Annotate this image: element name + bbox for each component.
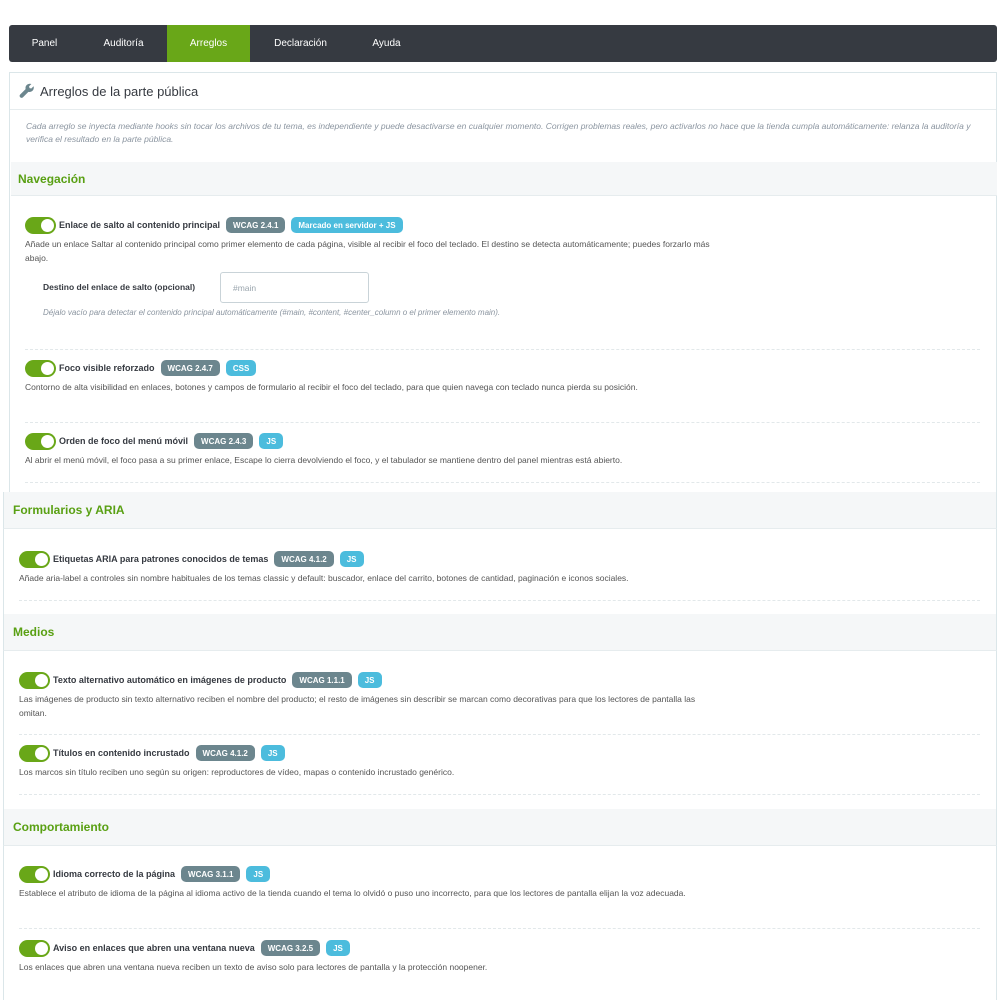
toggle-switch[interactable] (25, 432, 56, 450)
toggle-switch[interactable] (19, 671, 50, 689)
toggle-switch[interactable] (25, 216, 56, 234)
field-label: Destino del enlace de salto (opcional) (43, 282, 196, 292)
tab-ayuda[interactable]: Ayuda (351, 25, 422, 62)
section-behavior-header: Comportamiento (3, 809, 997, 846)
panel-header: Arreglos de la parte pública (10, 73, 996, 110)
fix-title: Idioma correcto de la página (53, 869, 176, 879)
divider (19, 928, 980, 929)
top-nav: Panel Auditoría Arreglos Declaración Ayu… (9, 25, 997, 62)
tech-badge: Marcado en servidor + JS (291, 217, 403, 233)
toggle-switch[interactable] (19, 865, 50, 883)
fix-title: Orden de foco del menú móvil (59, 436, 189, 446)
field-help: Déjalo vacío para detectar el contenido … (43, 308, 501, 317)
divider (25, 422, 980, 423)
tech-badge: JS (339, 551, 364, 567)
fix-iframe-titles: Títulos en contenido incrustado WCAG 4.1… (19, 744, 719, 779)
fix-title: Enlace de salto al contenido principal (59, 220, 221, 230)
wcag-badge: WCAG 3.1.1 (181, 866, 241, 882)
tab-auditoria[interactable]: Auditoría (80, 25, 167, 62)
fix-description: Las imágenes de producto sin texto alter… (19, 694, 696, 718)
wrench-icon (19, 83, 35, 99)
section-title: Navegación (18, 171, 86, 186)
toggle-switch[interactable] (19, 550, 50, 568)
fix-description: Añade aria-label a controles sin nombre … (19, 573, 629, 583)
wcag-badge: WCAG 1.1.1 (292, 672, 352, 688)
skip-target-input[interactable] (220, 272, 369, 303)
fix-description: Al abrir el menú móvil, el foco pasa a s… (25, 455, 623, 465)
panel-intro: Cada arreglo se inyecta mediante hooks s… (26, 121, 971, 144)
section-forms-header: Formularios y ARIA (3, 492, 997, 529)
fix-page-language: Idioma correcto de la página WCAG 3.1.1 … (19, 865, 719, 900)
divider (25, 482, 980, 483)
wcag-badge: WCAG 4.1.2 (274, 551, 334, 567)
section-title: Comportamiento (13, 820, 109, 834)
fix-title: Texto alternativo automático en imágenes… (53, 675, 287, 685)
tech-badge: JS (246, 866, 271, 882)
wcag-badge: WCAG 2.4.7 (160, 360, 220, 376)
tech-badge: JS (357, 672, 382, 688)
fix-focus-visible: Foco visible reforzado WCAG 2.4.7 CSS Co… (25, 359, 725, 394)
panel-title: Arreglos de la parte pública (40, 83, 199, 99)
section-title: Medios (13, 625, 55, 639)
fix-description: Añade un enlace Saltar al contenido prin… (25, 239, 710, 263)
wcag-badge: WCAG 2.4.1 (226, 217, 286, 233)
tech-badge: JS (259, 433, 284, 449)
fix-description: Los enlaces que abren una ventana nueva … (19, 962, 488, 972)
tech-badge: CSS (225, 360, 257, 376)
toggle-switch[interactable] (25, 359, 56, 377)
section-navigation-header: Navegación (11, 162, 997, 196)
tab-declaracion[interactable]: Declaración (250, 25, 351, 62)
fix-title: Etiquetas ARIA para patrones conocidos d… (53, 554, 269, 564)
section-title: Formularios y ARIA (13, 503, 125, 517)
toggle-switch[interactable] (19, 744, 50, 762)
fix-skip-link: Enlace de salto al contenido principal W… (25, 216, 725, 265)
fix-mobile-menu-focus: Orden de foco del menú móvil WCAG 2.4.3 … (25, 432, 785, 467)
toggle-switch[interactable] (19, 939, 50, 957)
divider (19, 600, 980, 601)
wcag-badge: WCAG 2.4.3 (194, 433, 254, 449)
section-media-header: Medios (3, 614, 997, 651)
fix-product-alt: Texto alternativo automático en imágenes… (19, 671, 719, 720)
divider (19, 794, 980, 795)
fix-title: Títulos en contenido incrustado (53, 748, 190, 758)
fix-description: Los marcos sin título reciben uno según … (19, 767, 455, 777)
divider (25, 349, 980, 350)
wcag-badge: WCAG 3.2.5 (260, 940, 321, 956)
fix-title: Foco visible reforzado (59, 363, 155, 373)
tech-badge: JS (326, 940, 350, 956)
divider (19, 734, 980, 735)
fix-title: Aviso en enlaces que abren una ventana n… (53, 943, 255, 953)
tab-panel[interactable]: Panel (9, 25, 80, 62)
fix-aria-labels: Etiquetas ARIA para patrones conocidos d… (19, 550, 779, 585)
tab-arreglos[interactable]: Arreglos (167, 25, 250, 62)
tech-badge: JS (260, 745, 285, 761)
fix-description: Establece el atributo de idioma de la pá… (19, 888, 686, 898)
fix-new-window-warning: Aviso en enlaces que abren una ventana n… (19, 939, 779, 974)
wcag-badge: WCAG 4.1.2 (195, 745, 255, 761)
fix-description: Contorno de alta visibilidad en enlaces,… (25, 382, 638, 392)
